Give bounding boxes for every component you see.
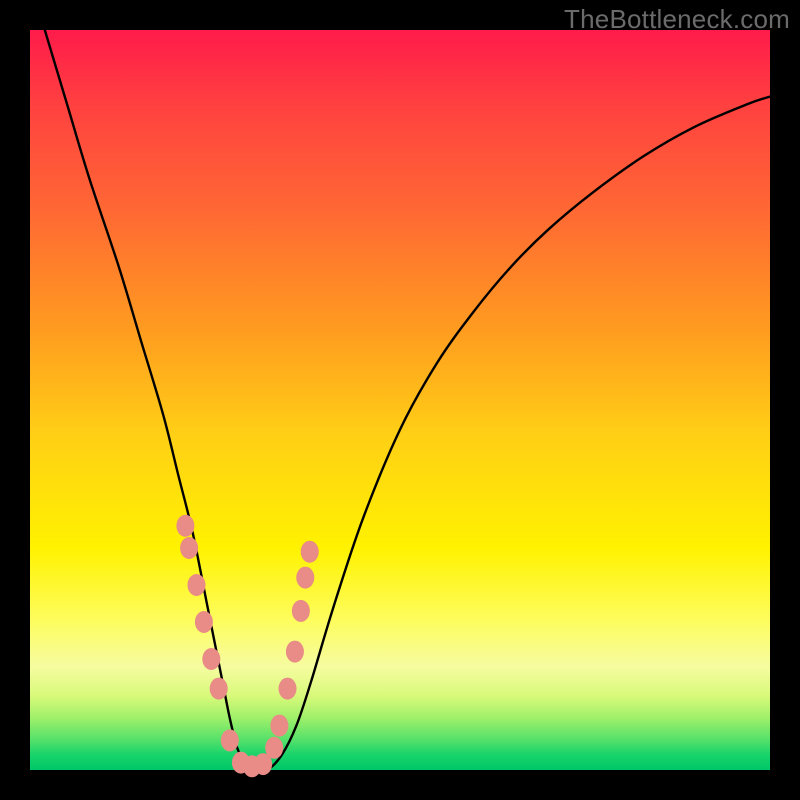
highlight-marker	[265, 737, 283, 759]
bottleneck-curve	[45, 30, 770, 771]
highlight-marker	[202, 648, 220, 670]
plot-area	[30, 30, 770, 770]
highlight-marker	[195, 611, 213, 633]
highlight-marker	[270, 715, 288, 737]
highlight-marker	[180, 537, 198, 559]
highlight-marker	[221, 729, 239, 751]
highlight-marker	[210, 678, 228, 700]
highlight-marker	[176, 515, 194, 537]
chart-frame: TheBottleneck.com	[0, 0, 800, 800]
highlight-marker	[286, 641, 304, 663]
highlight-marker	[296, 567, 314, 589]
curve-layer	[30, 30, 770, 770]
highlight-marker	[279, 678, 297, 700]
highlight-marker	[301, 541, 319, 563]
highlight-marker	[188, 574, 206, 596]
highlight-marker	[292, 600, 310, 622]
